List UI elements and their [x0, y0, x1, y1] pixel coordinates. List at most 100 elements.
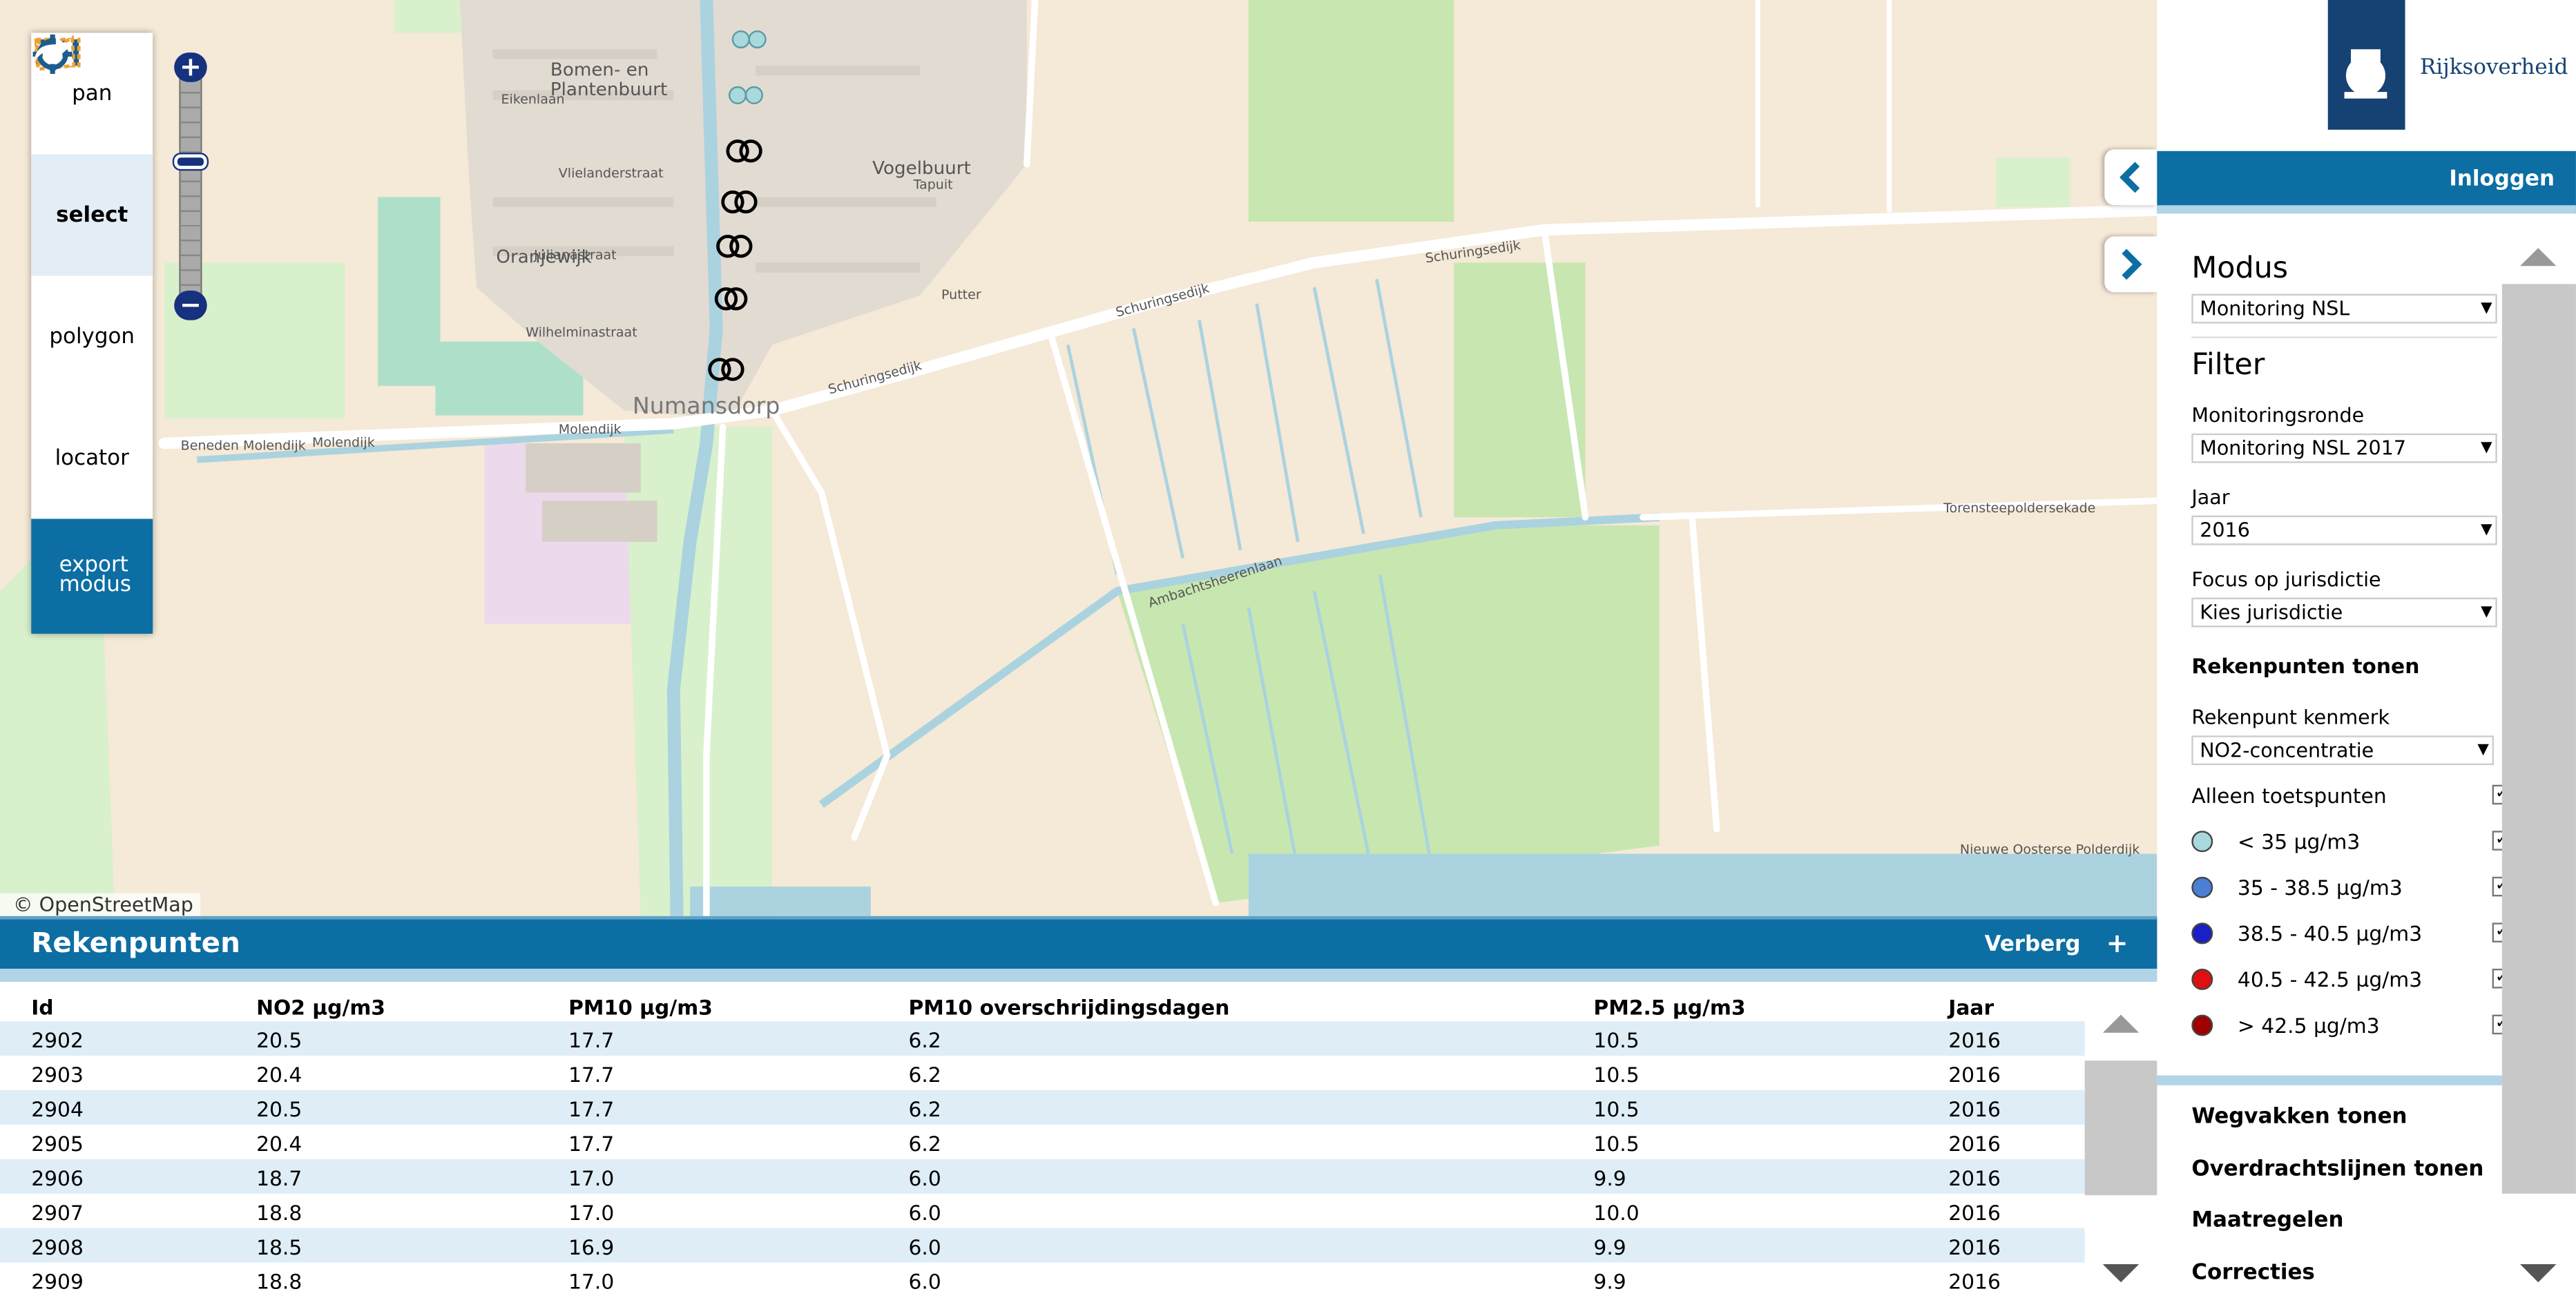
tool-polygon[interactable]: polygon — [31, 35, 153, 398]
table-cell: 6.0 — [908, 1165, 941, 1191]
legend-item: > 42.5 µg/m3 ✓ — [2191, 1002, 2512, 1048]
svg-text:Putter: Putter — [941, 287, 981, 302]
table-cell: 10.0 — [1593, 1200, 1640, 1225]
section-divider — [2157, 1075, 2502, 1085]
divider — [2191, 336, 2497, 338]
svg-text:Tapuit: Tapuit — [913, 177, 953, 192]
kenmerk-select[interactable]: NO2-concentratie — [2191, 735, 2495, 766]
column-header[interactable]: PM10 overschrijdingsdagen — [908, 995, 1229, 1020]
zoom-in-button[interactable]: + — [174, 52, 207, 82]
correcties-link[interactable]: Correcties — [2191, 1261, 2315, 1286]
jaar-select[interactable]: 2016 — [2191, 515, 2497, 545]
table-cell: 2909 — [31, 1269, 84, 1294]
table-scrollbar[interactable] — [2084, 982, 2157, 1307]
map-attribution[interactable]: © OpenStreetMap — [0, 893, 200, 916]
table-cell: 17.7 — [568, 1096, 615, 1122]
table-row[interactable]: 2905 20.4 17.7 6.2 10.5 2016 — [0, 1125, 2085, 1159]
legend-color-dot — [2191, 967, 2213, 989]
table-row[interactable]: 2909 18.8 17.0 6.0 9.9 2016 — [0, 1263, 2085, 1297]
svg-text:Julianastraat: Julianastraat — [533, 248, 617, 263]
table-cell: 17.7 — [568, 1062, 615, 1087]
modus-select[interactable]: Monitoring NSL — [2191, 293, 2497, 324]
filter-title: Filter — [2191, 348, 2265, 383]
zoom-out-button[interactable]: − — [174, 290, 207, 320]
legend-color-dot — [2191, 830, 2213, 851]
table-cell: 10.5 — [1593, 1062, 1640, 1087]
jaar-label: Jaar — [2191, 485, 2230, 510]
svg-text:Molendijk: Molendijk — [559, 422, 622, 437]
legend-label: 38.5 - 40.5 µg/m3 — [2237, 920, 2423, 945]
table-cell: 9.9 — [1593, 1235, 1626, 1259]
scrollbar-thumb[interactable] — [2501, 284, 2576, 1194]
column-header[interactable]: NO2 µg/m3 — [256, 995, 385, 1020]
zoom-slider[interactable]: + − — [174, 52, 207, 323]
tool-select[interactable]: select — [31, 37, 153, 276]
monitoringsronde-select[interactable]: Monitoring NSL 2017 — [2191, 433, 2497, 463]
table-header-row: Id NO2 µg/m3 PM10 µg/m3 PM10 overschrijd… — [0, 989, 2085, 1023]
table-cell: 10.5 — [1593, 1027, 1640, 1053]
alleen-toetspunten-row: Alleen toetspunten ✓ — [2191, 772, 2512, 818]
maatregelen-link[interactable]: Maatregelen — [2191, 1208, 2343, 1233]
table-cell: 18.5 — [256, 1235, 302, 1259]
table-row[interactable]: 2902 20.5 17.7 6.2 10.5 2016 — [0, 1021, 2085, 1056]
table-row[interactable]: 2908 18.5 16.9 6.0 9.9 2016 — [0, 1228, 2085, 1263]
table-cell: 6.0 — [908, 1200, 941, 1225]
scrollbar-thumb[interactable] — [2084, 1061, 2157, 1196]
map[interactable]: Bomen- en Plantenbuurt Vogelbuurt Oranje… — [0, 0, 2157, 916]
hide-table-button[interactable]: Verberg — [1985, 933, 2081, 958]
login-link[interactable]: Inloggen — [2157, 151, 2576, 214]
legend-color-dot — [2191, 875, 2213, 898]
column-header[interactable]: Jaar — [1948, 995, 1994, 1020]
tool-label: polygon — [49, 324, 135, 349]
svg-text:Beneden Molendijk: Beneden Molendijk — [181, 438, 306, 454]
table-cell: 2016 — [1948, 1235, 2001, 1259]
collapse-panel-button[interactable] — [2104, 149, 2157, 206]
kenmerk-label: Rekenpunt kenmerk — [2191, 706, 2390, 729]
table-cell: 10.5 — [1593, 1131, 1640, 1156]
tool-panel: pan select polygon locator export modus — [31, 32, 153, 634]
scroll-down-icon[interactable] — [2102, 1264, 2140, 1283]
tool-locator[interactable]: locator — [31, 34, 153, 519]
panel-scrollbar[interactable] — [2501, 225, 2576, 1302]
rekenpunten-tonen-toggle[interactable]: Rekenpunten tonen — [2191, 653, 2502, 678]
scroll-up-icon[interactable] — [2102, 1014, 2140, 1033]
svg-text:Numansdorp: Numansdorp — [633, 392, 780, 419]
focus-select[interactable]: Kies jurisdictie — [2191, 597, 2497, 628]
scroll-down-icon[interactable] — [2520, 1264, 2557, 1283]
table-row[interactable]: 2903 20.4 17.7 6.2 10.5 2016 — [0, 1056, 2085, 1090]
table-row[interactable]: 2907 18.8 17.0 6.0 10.0 2016 — [0, 1194, 2085, 1228]
table-cell: 2904 — [31, 1096, 84, 1122]
table-cell: 18.7 — [256, 1165, 302, 1191]
column-header[interactable]: PM2.5 µg/m3 — [1593, 995, 1745, 1020]
table-row[interactable]: 2904 20.5 17.7 6.2 10.5 2016 — [0, 1090, 2085, 1125]
alleen-toetspunten-label: Alleen toetspunten — [2191, 782, 2387, 807]
svg-text:Torensteepoldersekade: Torensteepoldersekade — [1943, 501, 2095, 516]
chevron-right-icon — [2122, 249, 2142, 280]
monitoringsronde-label: Monitoringsronde — [2191, 403, 2365, 427]
zoom-track[interactable] — [179, 75, 202, 302]
crest-icon — [2344, 49, 2387, 99]
table-cell: 2016 — [1948, 1062, 2001, 1087]
wegvakken-tonen-link[interactable]: Wegvakken tonen — [2191, 1105, 2407, 1130]
svg-text:Vogelbuurt: Vogelbuurt — [872, 158, 971, 179]
data-table: Id NO2 µg/m3 PM10 µg/m3 PM10 overschrijd… — [0, 982, 2085, 1307]
svg-text:Wilhelminastraat: Wilhelminastraat — [526, 325, 637, 340]
tool-export[interactable]: export modus — [31, 36, 153, 634]
zoom-handle[interactable] — [174, 155, 207, 170]
column-header[interactable]: PM10 µg/m3 — [568, 995, 713, 1020]
column-header[interactable]: Id — [31, 995, 53, 1020]
legend-label: 40.5 - 42.5 µg/m3 — [2237, 966, 2423, 991]
overdrachtslijnen-tonen-link[interactable]: Overdrachtslijnen tonen — [2191, 1157, 2483, 1182]
table-cell: 2902 — [31, 1027, 84, 1053]
table-cell: 20.5 — [256, 1096, 302, 1122]
svg-text:Bomen- en: Bomen- en — [550, 59, 649, 80]
brand-name: Rijksoverheid — [2419, 55, 2568, 81]
expand-panel-button[interactable] — [2104, 236, 2157, 293]
table-cell: 2016 — [1948, 1165, 2001, 1191]
scroll-up-icon[interactable] — [2520, 248, 2557, 267]
svg-text:Molendijk: Molendijk — [312, 435, 375, 450]
table-cell: 2016 — [1948, 1096, 2001, 1122]
table-header-bar: Rekenpunten Verberg + — [0, 916, 2157, 969]
table-row[interactable]: 2906 18.7 17.0 6.0 9.9 2016 — [0, 1159, 2085, 1194]
expand-table-button[interactable]: + — [2106, 928, 2128, 959]
